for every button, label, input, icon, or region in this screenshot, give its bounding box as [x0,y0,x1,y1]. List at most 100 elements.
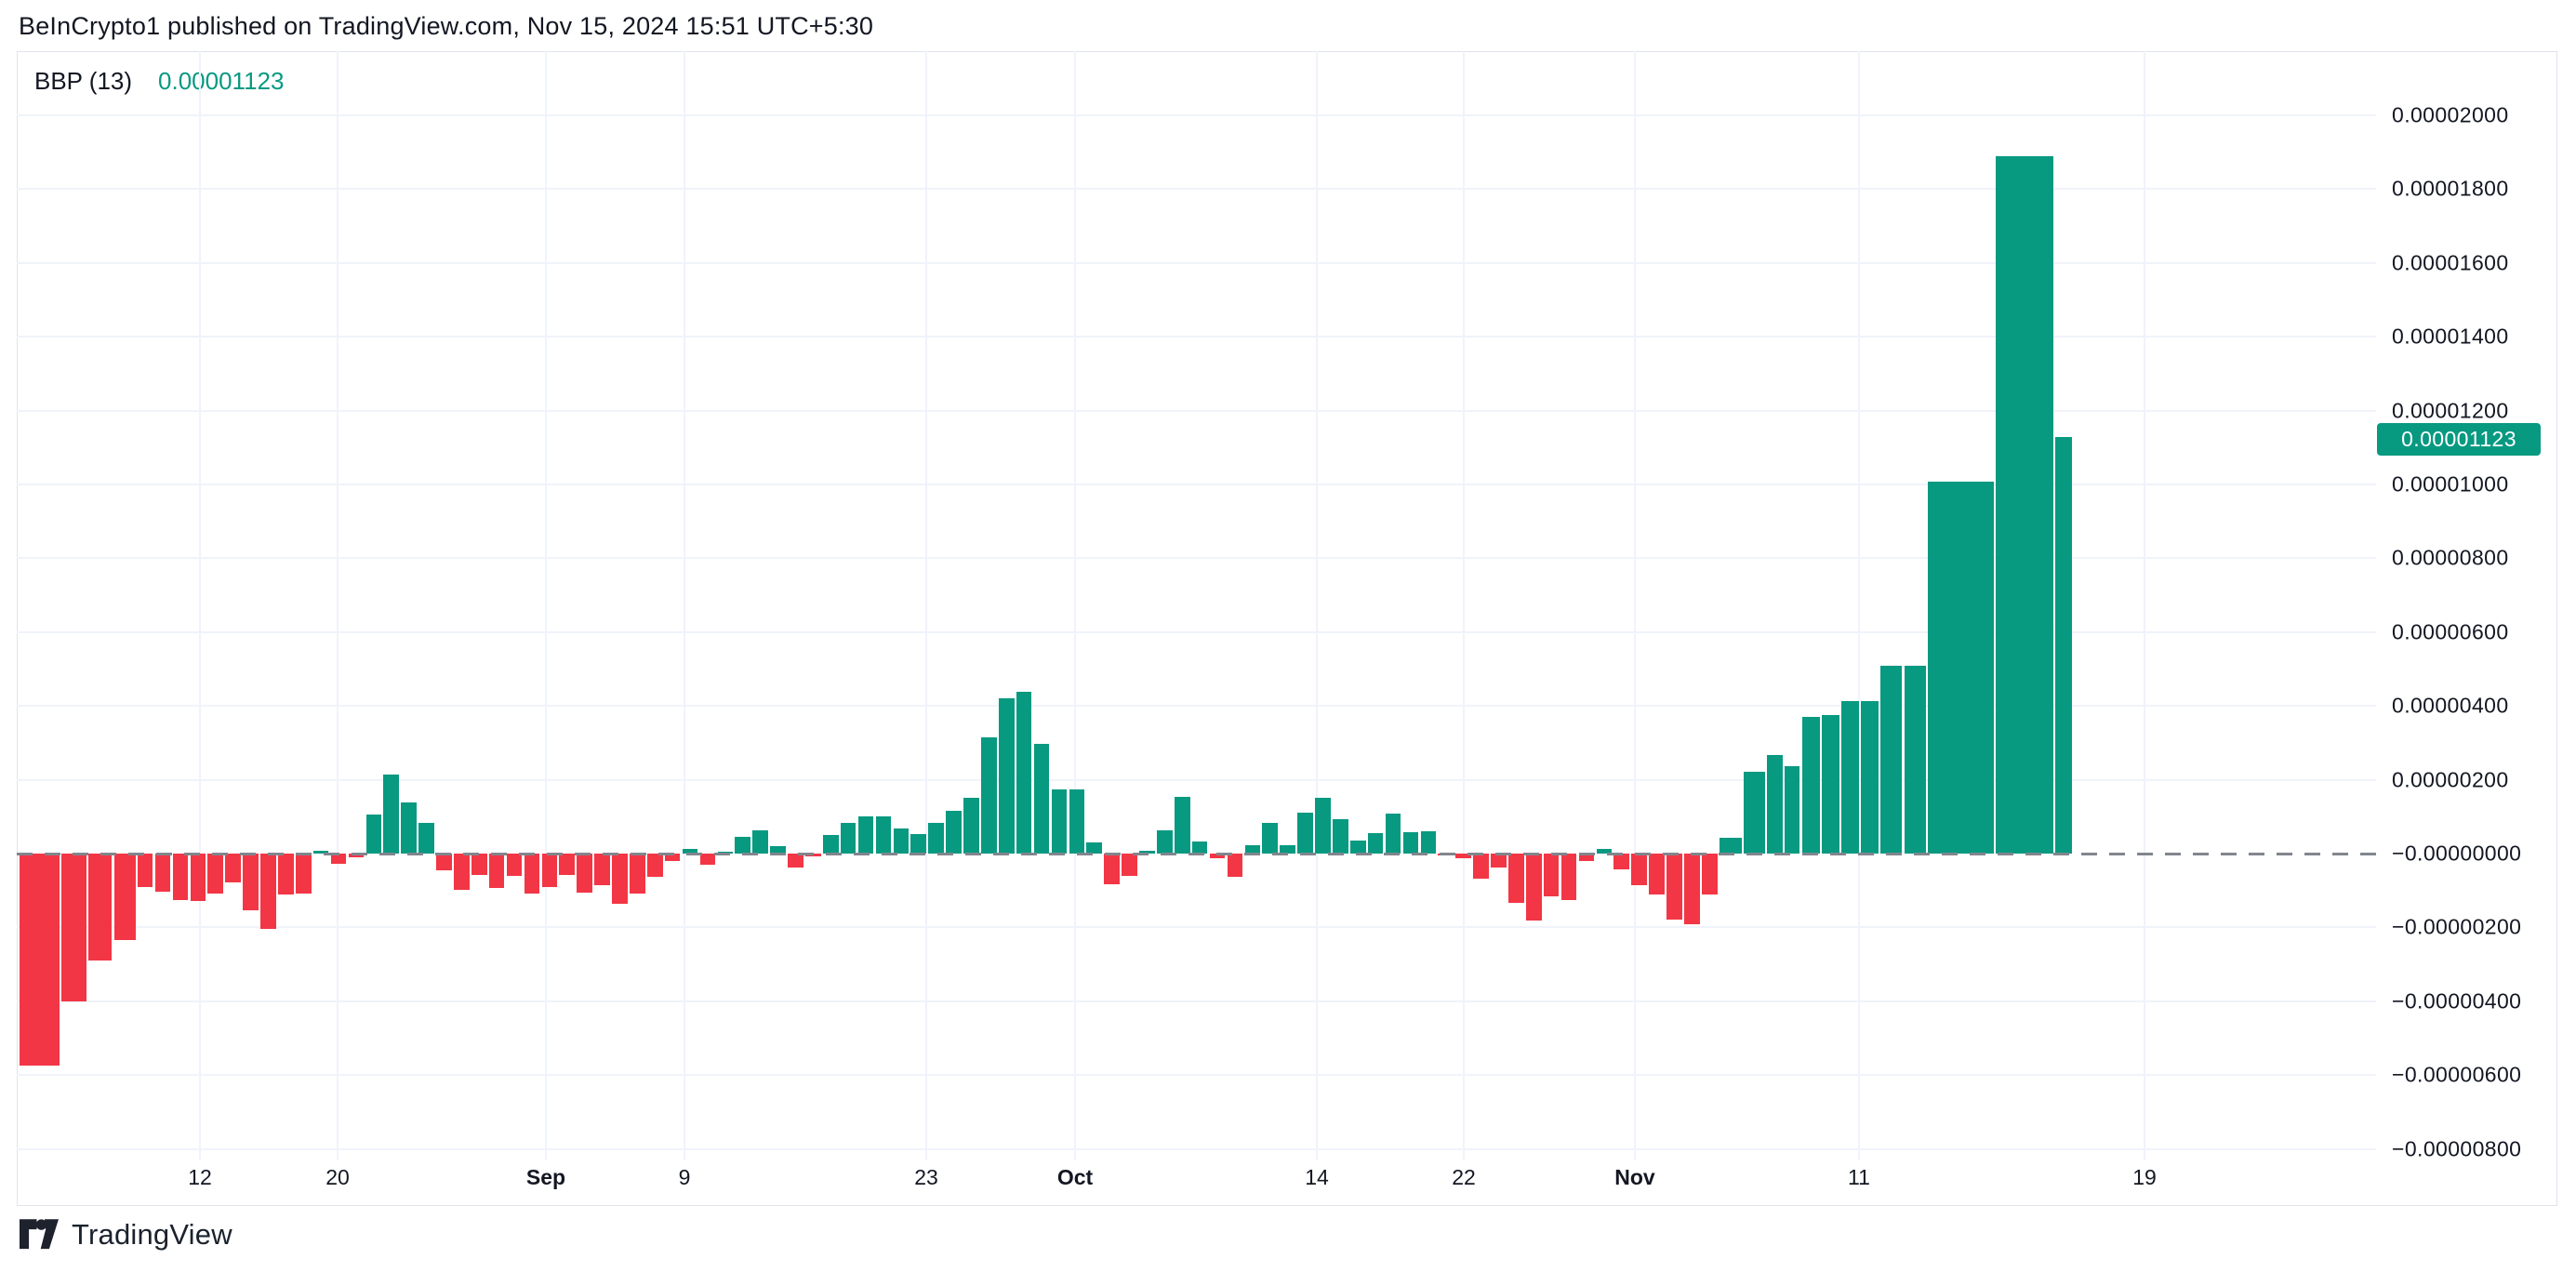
v-gridline [2144,51,2145,1159]
histogram-bar [243,854,259,910]
histogram-bar [2055,437,2072,854]
x-axis-tick-label: 11 [1848,1165,1870,1190]
histogram-bar [928,823,944,854]
x-axis-tick-label: 14 [1305,1165,1329,1190]
y-axis-tick-label: 0.00002000 [2392,103,2509,128]
histogram-bar [894,828,910,854]
plot-area[interactable]: 0.000020000.000018000.000016000.00001400… [0,0,2576,1272]
y-axis-tick-label: 0.00000600 [2392,619,2509,644]
histogram-bar [114,854,136,940]
histogram-bar [858,816,874,854]
histogram-bar [454,854,470,890]
y-axis-tick-label: 0.00000800 [2392,546,2509,571]
histogram-bar [752,830,768,854]
histogram-bar [981,737,997,854]
histogram-bar [1104,854,1120,884]
histogram-bar [1880,666,1902,854]
h-gridline [17,114,2376,116]
histogram-bar [1744,772,1765,854]
histogram-bar [594,854,610,885]
histogram-bar [1666,854,1682,920]
x-axis-tick-label: Oct [1057,1165,1093,1190]
histogram-bar [963,798,979,854]
histogram-bar [823,835,839,854]
histogram-bar [173,854,189,900]
histogram-bar [1122,854,1137,876]
v-gridline [1634,51,1636,1159]
histogram-bar [1702,854,1718,894]
histogram-bar [1403,832,1419,854]
histogram-bar [1262,823,1278,854]
histogram-bar [1175,797,1190,854]
histogram-bar [841,823,856,854]
histogram-bar [1822,715,1839,854]
v-gridline [199,51,201,1159]
histogram-bar [788,854,803,868]
histogram-bar [1905,666,1926,854]
y-axis-tick-label: −0.00000000 [2392,841,2521,867]
histogram-bar [471,854,487,875]
x-axis-tick-label: 22 [1452,1165,1476,1190]
histogram-bar [630,854,645,894]
y-axis-tick-label: −0.00000200 [2392,915,2521,940]
y-axis-tick-label: 0.00000400 [2392,694,2509,719]
histogram-bar [1157,830,1173,854]
histogram-bar [383,775,399,854]
tradingview-published-chart: BeInCrypto1 published on TradingView.com… [0,0,2576,1272]
zero-line [17,853,2376,855]
histogram-bar [1649,854,1665,894]
histogram-bar [1192,841,1208,854]
y-axis-tick-label: 0.00000200 [2392,767,2509,792]
histogram-bar [225,854,241,882]
v-gridline [337,51,339,1159]
v-gridline [1316,51,1318,1159]
histogram-bar [1767,755,1783,854]
x-axis-tick-label: 12 [188,1165,212,1190]
histogram-bar [1491,854,1507,868]
v-gridline [1858,51,1860,1159]
y-axis-tick-label: 0.00001400 [2392,325,2509,350]
histogram-bar [1841,701,1859,854]
v-gridline [1463,51,1465,1159]
histogram-bar [1069,789,1085,854]
histogram-bar [155,854,171,892]
histogram-bar [1350,841,1366,854]
histogram-bar [1034,744,1050,854]
y-axis-tick-label: −0.00000800 [2392,1136,2521,1161]
y-axis-tick-label: 0.00001000 [2392,472,2509,497]
histogram-bar [296,854,312,894]
x-axis-tick-label: Nov [1614,1165,1654,1190]
histogram-bar [260,854,276,929]
y-axis-tick-label: 0.00001200 [2392,398,2509,423]
histogram-bar [647,854,663,877]
histogram-bar [366,815,382,854]
h-gridline [17,1074,2376,1076]
histogram-bar [1315,798,1331,854]
histogram-bar [401,802,417,854]
histogram-bar [1228,854,1243,877]
histogram-bar [207,854,223,894]
histogram-bar [542,854,558,887]
v-gridline [684,51,685,1159]
histogram-bar [1052,789,1068,854]
y-axis-tick-label: −0.00000600 [2392,1063,2521,1088]
tradingview-attribution[interactable]: TradingView [20,1218,232,1252]
histogram-bar [1684,854,1700,924]
x-axis-tick-label: 19 [2132,1165,2157,1190]
histogram-bar [1386,814,1401,854]
histogram-bar [1333,819,1348,854]
tradingview-logo-icon [20,1218,59,1252]
v-gridline [545,51,547,1159]
histogram-bar [20,854,60,1066]
y-axis-tick-label: 0.00001800 [2392,177,2509,202]
v-gridline [925,51,927,1159]
histogram-bar [1861,701,1879,854]
h-gridline [17,926,2376,928]
x-axis-tick-label: 23 [914,1165,938,1190]
last-price-badge-value: 0.00001123 [2401,427,2516,452]
histogram-bar [1473,854,1489,879]
v-gridline [1074,51,1076,1159]
histogram-bar [524,854,540,894]
histogram-bar [191,854,206,901]
h-gridline [17,1000,2376,1002]
